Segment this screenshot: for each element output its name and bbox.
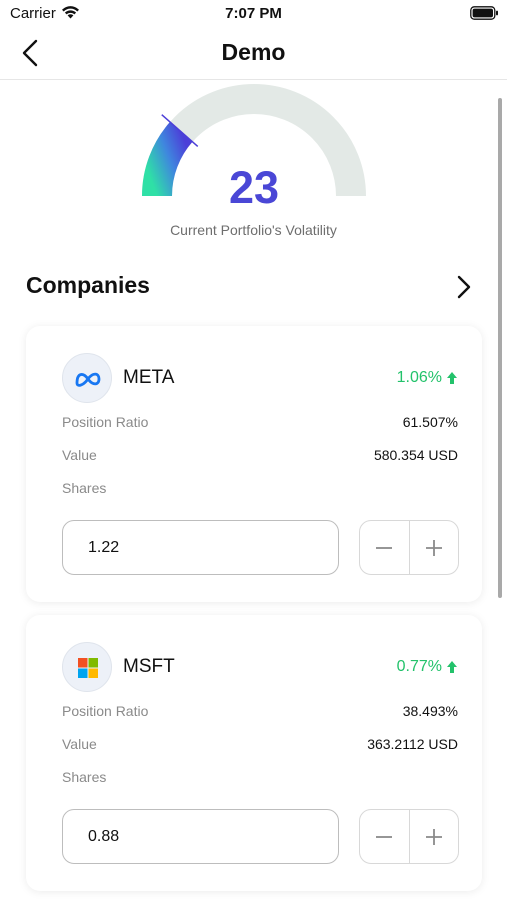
- status-time: 7:07 PM: [225, 5, 282, 22]
- plus-icon: [425, 828, 442, 845]
- value-amount: 363.2112 USD: [367, 736, 458, 752]
- chevron-right-icon[interactable]: [452, 274, 476, 300]
- shares-input[interactable]: [62, 809, 339, 864]
- status-bar: Carrier 7:07 PM: [0, 0, 507, 28]
- volatility-gauge: 23: [130, 80, 378, 210]
- position-ratio-label: Position Ratio: [62, 703, 149, 719]
- company-ticker: MSFT: [123, 656, 175, 677]
- companies-title: Companies: [26, 272, 150, 298]
- volatility-caption: Current Portfolio's Volatility: [170, 222, 337, 238]
- price-change: 1.06%: [397, 369, 458, 387]
- company-card-msft: MSFT 0.77% Position Ratio 38.493% Value …: [26, 615, 482, 891]
- minus-icon: [376, 546, 393, 549]
- meta-logo-icon: [62, 353, 112, 403]
- microsoft-logo-icon: [62, 642, 112, 692]
- value-amount: 580.354 USD: [373, 447, 458, 463]
- price-change: 0.77%: [397, 658, 458, 676]
- decrement-button[interactable]: [360, 521, 409, 574]
- company-ticker: META: [123, 367, 175, 388]
- up-arrow-icon: [447, 661, 457, 673]
- battery-icon: [470, 6, 498, 20]
- position-ratio-value: 61.507%: [402, 414, 458, 430]
- value-label: Value: [62, 736, 97, 752]
- increment-button[interactable]: [410, 810, 459, 863]
- companies-header: Companies: [26, 272, 476, 304]
- up-arrow-icon: [447, 372, 457, 384]
- price-change-value: 0.77%: [396, 658, 442, 675]
- scroll-indicator[interactable]: [498, 98, 502, 598]
- shares-stepper: [359, 809, 459, 864]
- minus-icon: [376, 835, 393, 838]
- page-title: Demo: [221, 39, 286, 65]
- company-card-meta: META 1.06% Position Ratio 61.507% Value …: [26, 326, 482, 602]
- position-ratio-label: Position Ratio: [62, 414, 149, 430]
- volatility-value: 23: [228, 162, 280, 213]
- increment-button[interactable]: [410, 521, 459, 574]
- value-label: Value: [62, 447, 97, 463]
- decrement-button[interactable]: [360, 810, 409, 863]
- shares-label: Shares: [62, 480, 107, 496]
- navigation-bar: Demo: [0, 28, 507, 80]
- plus-icon: [425, 539, 442, 556]
- shares-input[interactable]: [62, 520, 339, 575]
- shares-stepper: [359, 520, 459, 575]
- position-ratio-value: 38.493%: [402, 703, 458, 719]
- shares-label: Shares: [62, 769, 107, 785]
- price-change-value: 1.06%: [396, 369, 442, 386]
